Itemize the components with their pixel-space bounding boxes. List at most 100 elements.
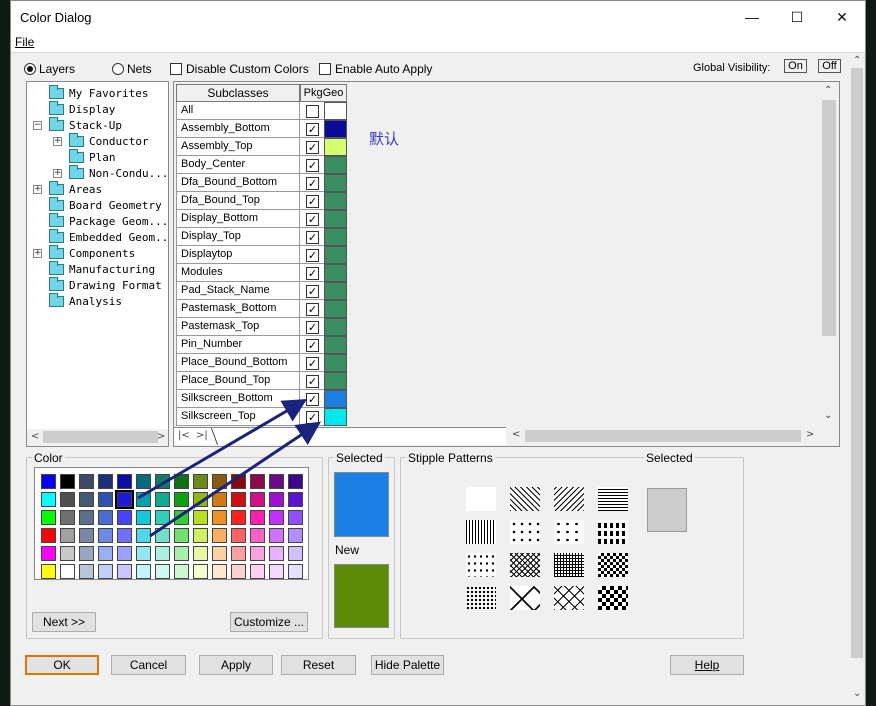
scroll-thumb[interactable] [43, 431, 158, 443]
palette-color-cell[interactable] [117, 510, 132, 525]
palette-color-cell[interactable] [136, 546, 151, 561]
palette-color-cell[interactable] [41, 528, 56, 543]
stipple-pattern-dots-sparse[interactable] [466, 553, 496, 577]
help-button[interactable]: Help [670, 655, 744, 675]
tree-item[interactable]: Analysis [49, 292, 122, 309]
tree-item[interactable]: Drawing Format [49, 276, 162, 293]
tree-item[interactable]: Components [49, 244, 135, 261]
visibility-checkbox[interactable]: ✓ [306, 375, 319, 388]
color-swatch[interactable] [324, 300, 347, 318]
customize-button[interactable]: Customize ... [230, 612, 308, 632]
tree-item[interactable]: Plan [69, 148, 116, 165]
color-swatch[interactable] [324, 354, 347, 372]
palette-color-cell[interactable] [155, 546, 170, 561]
tree-item[interactable]: Stack-Up [49, 116, 122, 133]
palette-color-cell[interactable] [117, 528, 132, 543]
palette-color-cell[interactable] [60, 510, 75, 525]
tree-item[interactable]: Embedded Geom... [49, 228, 168, 245]
visibility-checkbox[interactable]: ✓ [306, 411, 319, 424]
palette-color-cell[interactable] [288, 528, 303, 543]
color-swatch[interactable] [324, 102, 347, 120]
palette-color-cell[interactable] [117, 474, 132, 489]
palette-color-cell[interactable] [269, 564, 284, 579]
stipple-pattern-horiz[interactable] [598, 487, 628, 511]
visibility-checkbox[interactable]: ✓ [306, 195, 319, 208]
maximize-button[interactable]: ☐ [774, 1, 820, 33]
sheet-next-icon[interactable]: >| [196, 430, 208, 441]
palette-color-cell[interactable] [193, 510, 208, 525]
palette-color-cell[interactable] [117, 564, 132, 579]
palette-color-cell[interactable] [155, 564, 170, 579]
palette-color-cell[interactable] [193, 564, 208, 579]
sheet-prev-icon[interactable]: |< [178, 430, 190, 441]
palette-color-cell[interactable] [231, 474, 246, 489]
stipple-pattern-diamond[interactable] [510, 586, 540, 610]
palette-color-cell[interactable] [79, 474, 94, 489]
stipple-pattern-cross-diag[interactable] [510, 553, 540, 577]
visibility-checkbox[interactable]: ✓ [306, 159, 319, 172]
palette-color-cell[interactable] [174, 510, 189, 525]
tree-item[interactable]: Conductor [69, 132, 149, 149]
palette-color-cell[interactable] [41, 546, 56, 561]
stipple-pattern-vert[interactable] [466, 520, 496, 544]
palette-color-cell[interactable] [250, 492, 265, 507]
stipple-pattern-diag-back[interactable] [510, 487, 540, 511]
color-swatch[interactable] [324, 228, 347, 246]
palette-color-cell[interactable] [269, 474, 284, 489]
window-vscroll[interactable]: ⌃ ⌄ [849, 53, 865, 705]
tree-expander-icon[interactable]: − [33, 121, 42, 130]
palette-color-cell[interactable] [193, 546, 208, 561]
palette-color-cell[interactable] [231, 492, 246, 507]
palette-color-cell[interactable] [212, 528, 227, 543]
tree-item[interactable]: Display [49, 100, 115, 117]
color-swatch[interactable] [324, 372, 347, 390]
tree-item[interactable]: Board Geometry [49, 196, 162, 213]
palette-color-cell[interactable] [231, 528, 246, 543]
palette-color-cell[interactable] [269, 510, 284, 525]
palette-color-cell[interactable] [155, 474, 170, 489]
palette-color-cell[interactable] [174, 528, 189, 543]
palette-color-cell[interactable] [231, 510, 246, 525]
color-swatch[interactable] [324, 246, 347, 264]
palette-color-cell[interactable] [41, 474, 56, 489]
grid-vscroll-thumb[interactable] [822, 100, 836, 336]
stipple-pattern-dots-tri[interactable] [510, 520, 540, 544]
palette-color-cell[interactable] [79, 528, 94, 543]
grid-hscroll-thumb[interactable] [525, 430, 801, 442]
palette-color-cell[interactable] [269, 528, 284, 543]
palette-color-cell[interactable] [269, 546, 284, 561]
hide-palette-button[interactable]: Hide Palette [371, 655, 444, 675]
palette-color-cell[interactable] [60, 492, 75, 507]
palette-color-cell[interactable] [136, 510, 151, 525]
palette-color-cell[interactable] [193, 492, 208, 507]
palette-color-cell[interactable] [98, 528, 113, 543]
layers-radio[interactable] [24, 63, 36, 75]
tree-expander-icon[interactable]: + [53, 137, 62, 146]
palette-color-cell[interactable] [136, 528, 151, 543]
visibility-checkbox[interactable]: ✓ [306, 321, 319, 334]
tree-item[interactable]: Package Geom... [49, 212, 168, 229]
visibility-checkbox[interactable]: ✓ [306, 303, 319, 316]
stipple-pattern-diag-fwd[interactable] [554, 487, 584, 511]
palette-color-cell[interactable] [288, 564, 303, 579]
scroll-up-icon[interactable]: ⌃ [824, 85, 832, 96]
palette-color-cell[interactable] [269, 492, 284, 507]
palette-color-cell[interactable] [98, 564, 113, 579]
palette-color-cell[interactable] [79, 546, 94, 561]
scroll-right-icon[interactable]: > [157, 431, 165, 442]
scroll-left-icon[interactable]: < [31, 431, 39, 442]
palette-color-cell[interactable] [117, 546, 132, 561]
palette-color-cell[interactable] [193, 474, 208, 489]
sheet-tab[interactable] [210, 428, 230, 445]
stipple-pattern-checker[interactable] [598, 553, 628, 577]
visibility-checkbox[interactable]: ✓ [306, 249, 319, 262]
grid-vscroll[interactable]: ⌃ ⌄ [819, 82, 839, 427]
tree-expander-icon[interactable]: + [33, 185, 42, 194]
stipple-pattern-plus[interactable] [554, 520, 584, 544]
palette-color-cell[interactable] [212, 474, 227, 489]
palette-color-cell[interactable] [79, 510, 94, 525]
visibility-checkbox[interactable]: ✓ [306, 393, 319, 406]
visibility-checkbox[interactable] [306, 105, 319, 118]
palette-color-cell[interactable] [212, 546, 227, 561]
tree-expander-icon[interactable]: + [33, 249, 42, 258]
